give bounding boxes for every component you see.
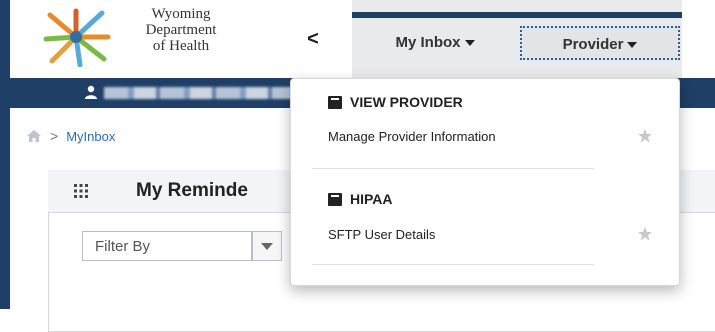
section-hipaa: HIPAA — [328, 191, 393, 207]
nav-provider-label: Provider — [562, 36, 624, 53]
nav-accent-strip — [352, 12, 682, 18]
breadcrumb-separator: > — [50, 128, 59, 144]
grid-icon — [74, 184, 88, 198]
folder-icon — [328, 192, 342, 206]
department-logo — [43, 8, 111, 67]
panel-title: My Reminde — [136, 180, 248, 201]
nav-my-inbox-label: My Inbox — [395, 34, 461, 51]
home-icon[interactable] — [26, 129, 42, 143]
section-hipaa-title: HIPAA — [350, 191, 393, 207]
org-line-3: of Health — [152, 38, 210, 54]
section-view-provider: VIEW PROVIDER — [328, 94, 463, 110]
menu-divider — [312, 168, 594, 169]
organization-name: Wyoming Department of Health — [116, 6, 246, 54]
breadcrumb: > MyInbox — [26, 128, 115, 144]
menu-item-manage-provider-information[interactable]: Manage Provider Information — [328, 129, 496, 144]
menu-divider — [312, 264, 594, 265]
collapse-menu-button[interactable]: < — [300, 26, 326, 52]
folder-icon — [328, 95, 342, 109]
org-line-1: Wyoming — [151, 6, 211, 22]
menu-item-sftp-user-details[interactable]: SFTP User Details — [328, 227, 435, 242]
user-icon — [85, 85, 97, 99]
nav-provider[interactable]: Provider — [520, 26, 680, 60]
chevron-down-icon — [261, 242, 273, 250]
caret-down-icon — [627, 42, 638, 49]
nav-my-inbox[interactable]: My Inbox — [365, 26, 505, 60]
filter-dropdown-button[interactable] — [252, 231, 282, 261]
org-line-2: Department — [145, 22, 217, 38]
star-icon[interactable] — [637, 128, 653, 144]
caret-down-icon — [464, 40, 475, 47]
breadcrumb-my-inbox[interactable]: MyInbox — [66, 129, 115, 144]
section-view-provider-title: VIEW PROVIDER — [350, 94, 463, 110]
filter-select[interactable]: Filter By — [82, 231, 252, 261]
star-icon[interactable] — [637, 226, 653, 242]
user-name-obscured — [104, 87, 294, 99]
left-edge-bar — [0, 0, 10, 309]
